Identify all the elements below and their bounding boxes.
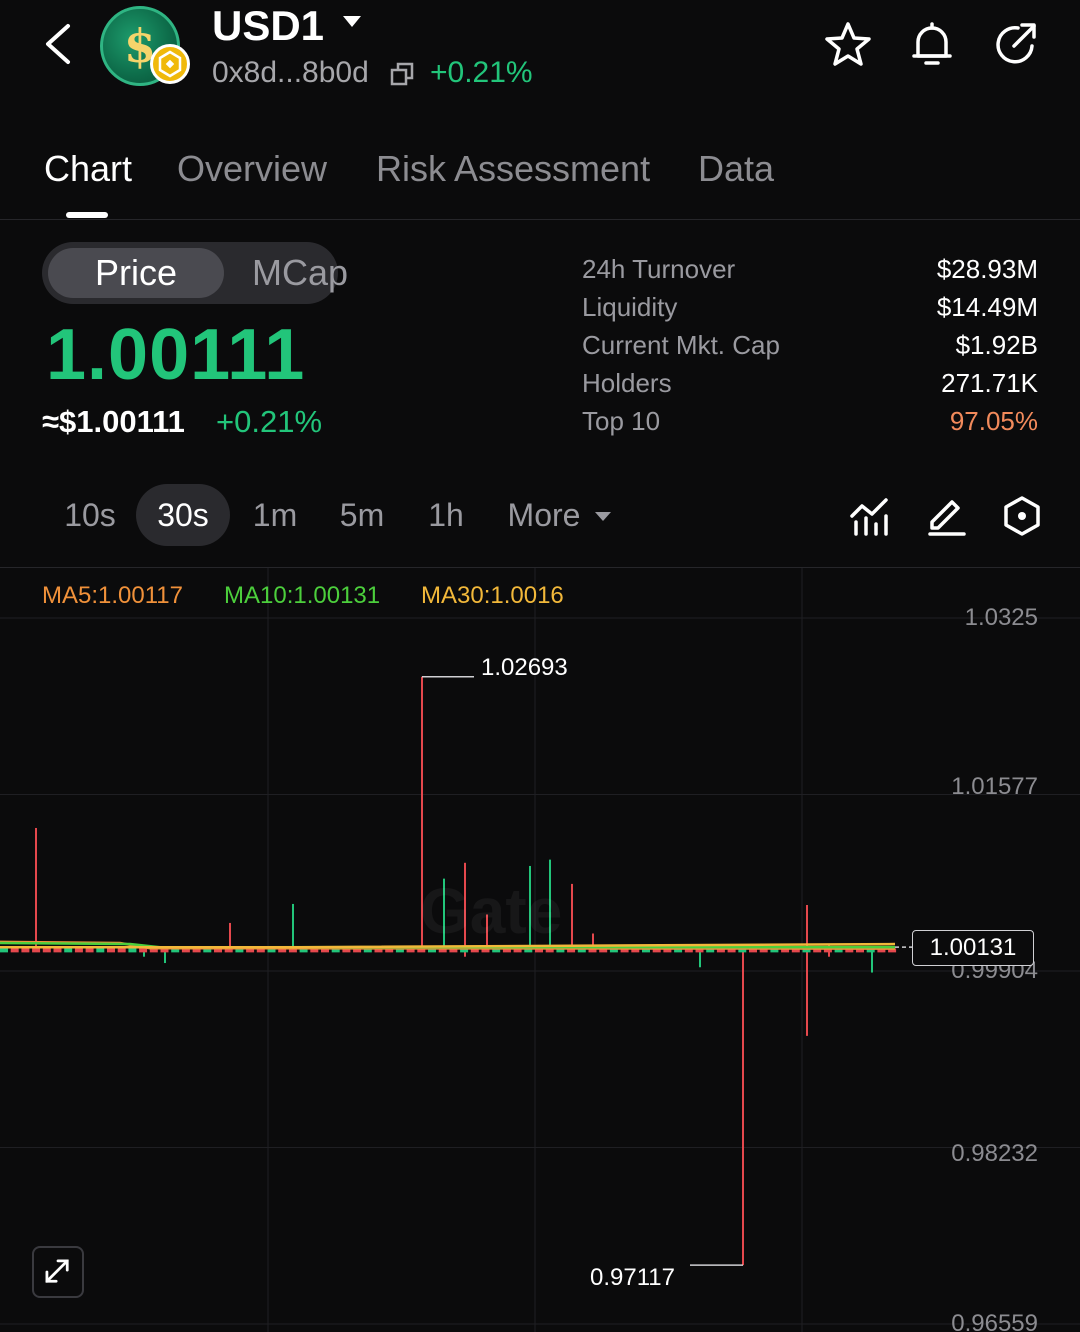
candle-body [107, 948, 115, 953]
candle-body [32, 948, 41, 953]
ma30-label: MA30:1.0016 [421, 582, 564, 609]
candle-body [53, 948, 62, 953]
candle-body [42, 948, 51, 953]
current-price-marker: 1.00131 [912, 930, 1034, 966]
back-icon[interactable] [38, 20, 82, 68]
header-change: +0.21% [430, 56, 533, 89]
interval-more[interactable]: More [500, 484, 588, 546]
mcap-option[interactable]: MCap [226, 248, 374, 298]
settings-hexagon-icon[interactable] [1000, 494, 1044, 538]
active-tab-indicator [66, 212, 108, 218]
price-chart[interactable]: Gate MA5:1.00117 MA10:1.00131 MA30:1.001… [0, 568, 1080, 1332]
y-tick: 0.96559 [951, 1310, 1038, 1332]
candle-body [64, 948, 73, 953]
star-icon[interactable] [824, 20, 872, 68]
candle-body [21, 948, 30, 953]
token-dropdown-icon[interactable] [343, 16, 361, 27]
bnb-chain-icon [150, 44, 190, 84]
copy-icon[interactable] [390, 62, 416, 88]
stat-value-holders: 271.71K [941, 368, 1038, 398]
candle-body [117, 948, 126, 953]
price-change: +0.21% [216, 404, 323, 439]
stat-label-turnover: 24h Turnover [582, 254, 736, 284]
header: $ USD1 0x8d...8b0d +0.21% [0, 0, 1080, 110]
usd-price: ≈$1.00111 [42, 404, 185, 439]
tab-chart[interactable]: Chart [44, 148, 132, 190]
stat-value-turnover: $28.93M [936, 254, 1038, 284]
share-icon[interactable] [992, 20, 1040, 68]
y-tick: 0.98232 [951, 1140, 1038, 1167]
high-annotation: 1.02693 [481, 654, 568, 681]
price-option[interactable]: Price [48, 248, 224, 298]
interval-1m[interactable]: 1m [244, 484, 306, 546]
stat-label-mkt-cap: Current Mkt. Cap [582, 330, 780, 360]
current-price: 1.00111 [46, 315, 306, 395]
bell-icon[interactable] [908, 20, 956, 68]
interval-30s[interactable]: 30s [136, 484, 230, 546]
stat-value-liquidity: $14.49M [936, 292, 1038, 322]
indicators-icon[interactable] [848, 494, 892, 538]
candle-body [10, 948, 19, 953]
expand-icon [45, 1259, 69, 1283]
y-tick: 1.01577 [951, 773, 1038, 800]
tab-overview[interactable]: Overview [177, 148, 327, 190]
stat-label-holders: Holders [582, 368, 672, 398]
stat-value-top10: 97.05% [949, 406, 1038, 436]
tab-risk-assessment[interactable]: Risk Assessment [376, 148, 650, 190]
token-name[interactable]: USD1 [212, 2, 324, 50]
interval-5m[interactable]: 5m [330, 484, 394, 546]
low-annotation: 0.97117 [590, 1264, 675, 1291]
ma10-label: MA10:1.00131 [224, 582, 381, 609]
token-address: 0x8d...8b0d [212, 56, 369, 89]
interval-bar: 10s 30s 1m 5m 1h More [0, 480, 1080, 568]
main-tabs: Chart Overview Risk Assessment Data [0, 140, 1080, 220]
candle-body [139, 948, 148, 953]
candle-body [96, 948, 105, 953]
y-tick: 1.0325 [964, 604, 1038, 631]
expand-chart-button[interactable] [32, 1246, 84, 1298]
candle-body [0, 948, 8, 953]
candle-body [74, 948, 83, 953]
candle-body [85, 948, 94, 953]
tab-data[interactable]: Data [698, 148, 774, 190]
price-mcap-toggle: Price MCap [42, 242, 348, 304]
interval-10s[interactable]: 10s [56, 484, 124, 546]
draw-pencil-icon[interactable] [924, 494, 968, 538]
interval-1h[interactable]: 1h [420, 484, 472, 546]
stat-label-top10: Top 10 [582, 406, 661, 436]
candle-body [128, 948, 137, 953]
ma5-label: MA5:1.00117 [42, 582, 183, 609]
stat-value-mkt-cap: $1.92B [955, 330, 1038, 360]
chevron-down-icon [595, 512, 611, 521]
stat-label-liquidity: Liquidity [582, 292, 678, 322]
watermark: Gate [420, 875, 563, 947]
